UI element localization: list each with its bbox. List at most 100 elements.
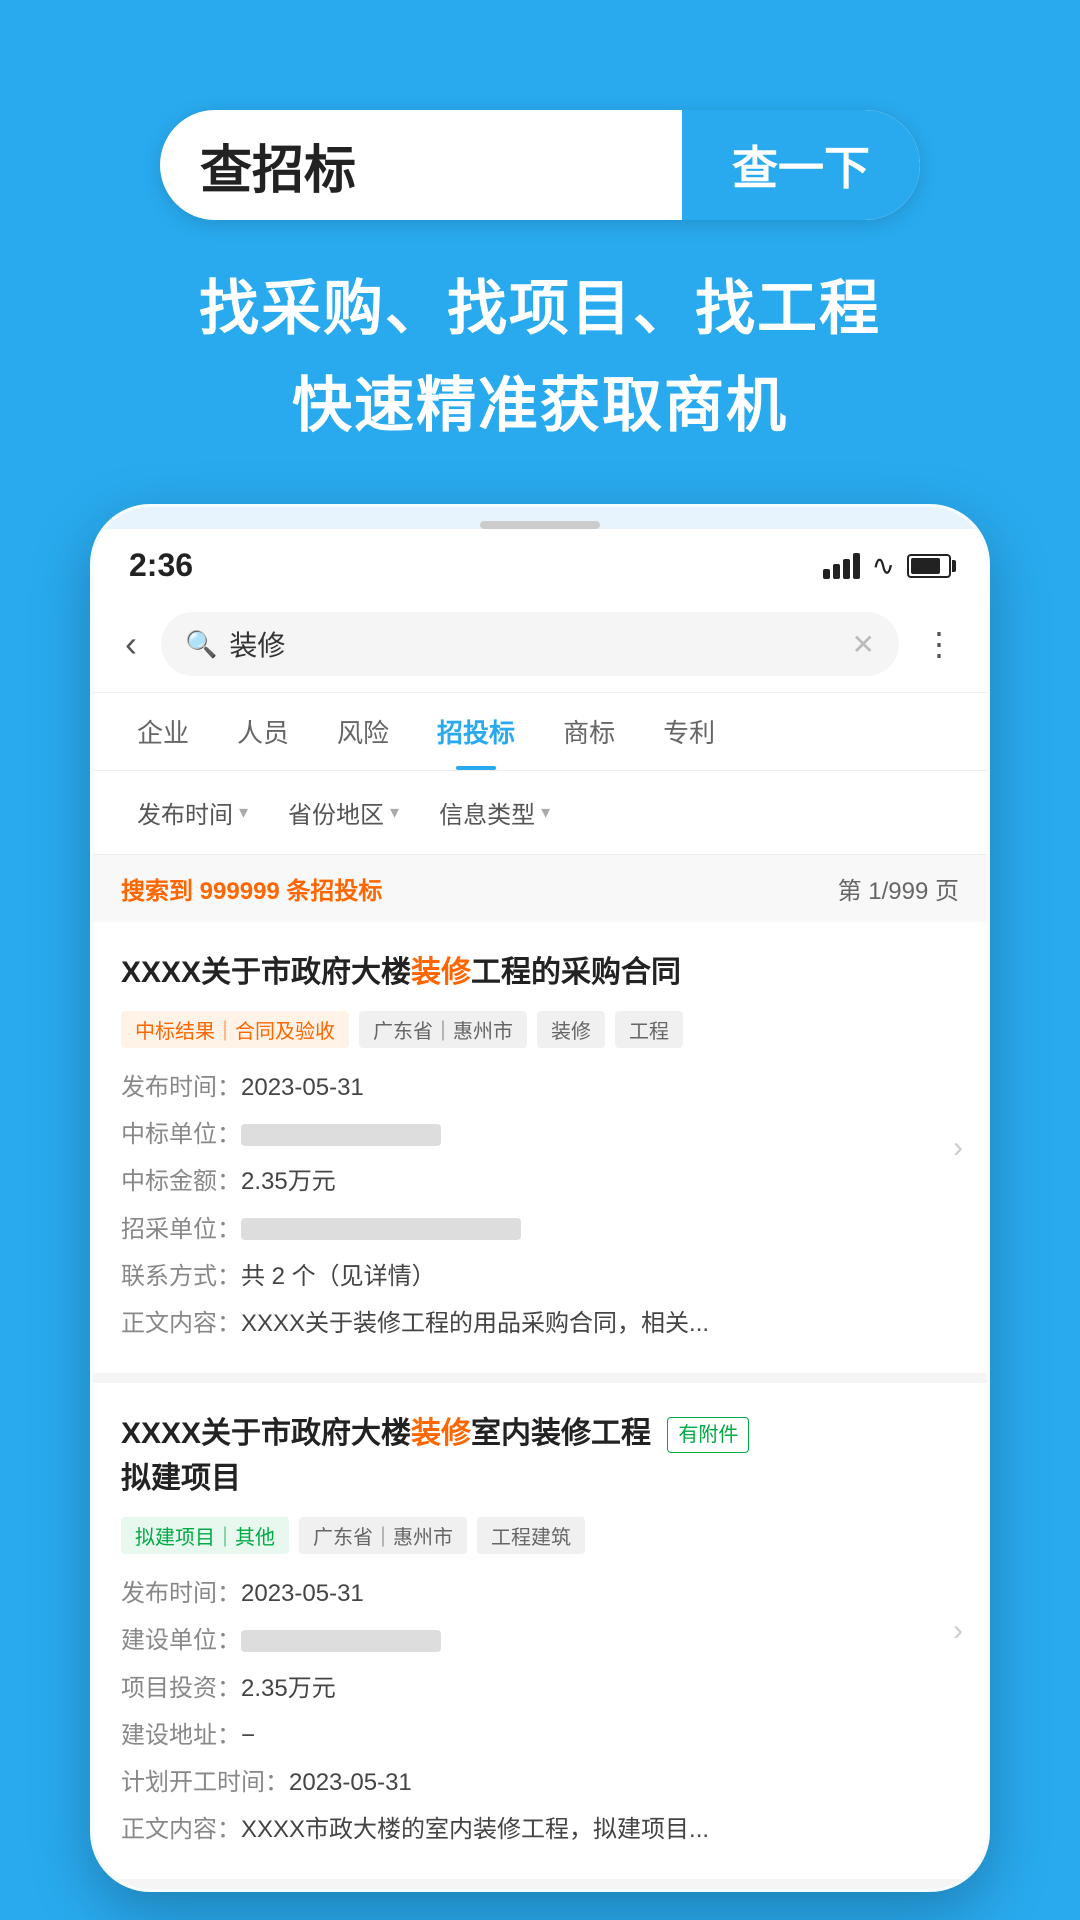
- card-2-title-highlight: 装修: [411, 1417, 471, 1450]
- card-1-tags: 中标结果｜合同及验收 广东省｜惠州市 装修 工程: [121, 1011, 959, 1048]
- search-input-area[interactable]: 查招标: [160, 128, 682, 203]
- card-1-title-suffix: 工程的采购合同: [471, 956, 681, 989]
- card-1-content-value: XXXX关于装修工程的用品采购合同，相关...: [241, 1302, 709, 1345]
- result-card-2[interactable]: XXXX关于市政府大楼装修室内装修工程 有附件 拟建项目 拟建项目｜其他 广东省…: [93, 1383, 987, 1889]
- card-1-buyer-label: 招采单位：: [121, 1208, 241, 1251]
- card-1-content-label: 正文内容：: [121, 1302, 241, 1345]
- card-2-builder-value: [241, 1630, 441, 1652]
- battery-icon: [907, 554, 951, 578]
- card-2-chevron: ›: [953, 1614, 963, 1648]
- card-2-publish-time-row: 发布时间： 2023-05-31: [121, 1572, 959, 1615]
- tab-patent[interactable]: 专利: [639, 693, 739, 770]
- card-1-publish-time-label: 发布时间：: [121, 1066, 241, 1109]
- tagline-line1: 找采购、找项目、找工程: [0, 260, 1080, 347]
- filter-info-type-label: 信息类型: [439, 795, 535, 830]
- card-2-investment-label: 项目投资：: [121, 1667, 241, 1710]
- card-1-tag-type: 中标结果｜合同及验收: [121, 1011, 349, 1048]
- filter-region-arrow: ▾: [390, 802, 399, 823]
- results-count-number: 999999: [200, 878, 280, 905]
- in-app-search-bar[interactable]: 🔍 装修 ✕: [161, 612, 899, 676]
- card-2-attachment-badge: 有附件: [667, 1417, 749, 1453]
- category-tabs: 企业 人员 风险 招投标 商标 专利: [93, 693, 987, 771]
- card-2-builder-label: 建设单位：: [121, 1619, 241, 1662]
- card-2-title-extra: 拟建项目: [121, 1462, 241, 1495]
- card-2-publish-time-value: 2023-05-31: [241, 1572, 364, 1615]
- card-1-buyer-value: [241, 1218, 521, 1240]
- card-2-title-suffix: 室内装修工程: [471, 1417, 651, 1450]
- card-1-tag-decoration: 装修: [537, 1011, 605, 1048]
- card-1-contact-label: 联系方式：: [121, 1255, 241, 1298]
- wifi-icon: ∿: [872, 549, 895, 582]
- card-2-start-time-row: 计划开工时间： 2023-05-31: [121, 1761, 959, 1804]
- card-1-amount-value: 2.35万元: [241, 1160, 336, 1203]
- card-2-publish-time-label: 发布时间：: [121, 1572, 241, 1615]
- card-2-title: XXXX关于市政府大楼装修室内装修工程 有附件 拟建项目: [121, 1411, 959, 1501]
- card-2-content-row: 正文内容： XXXX市政大楼的室内装修工程，拟建项目...: [121, 1808, 959, 1851]
- phone-container: 2:36 ∿ ‹ 🔍 装修 ✕ ⋮: [0, 504, 1080, 1892]
- card-1-tag-engineering: 工程: [615, 1011, 683, 1048]
- card-1-chevron: ›: [953, 1131, 963, 1165]
- card-2-tag-region: 广东省｜惠州市: [299, 1517, 467, 1554]
- filter-info-type[interactable]: 信息类型 ▾: [419, 787, 570, 838]
- search-icon: 🔍: [185, 629, 217, 660]
- filter-row: 发布时间 ▾ 省份地区 ▾ 信息类型 ▾: [93, 771, 987, 855]
- status-icons: ∿: [823, 549, 951, 582]
- phone-mockup: 2:36 ∿ ‹ 🔍 装修 ✕ ⋮: [90, 504, 990, 1892]
- card-2-address-value: −: [241, 1714, 255, 1757]
- card-2-start-time-label: 计划开工时间：: [121, 1761, 289, 1804]
- search-query-text: 装修: [229, 624, 839, 664]
- tab-enterprise[interactable]: 企业: [113, 693, 213, 770]
- card-1-amount-label: 中标金额：: [121, 1160, 241, 1203]
- card-2-investment-value: 2.35万元: [241, 1667, 336, 1710]
- card-1-tag-region: 广东省｜惠州市: [359, 1011, 527, 1048]
- phone-notch: [480, 521, 600, 529]
- results-header: 搜索到 999999 条招投标 第 1/999 页: [93, 855, 987, 922]
- search-input-text: 查招标: [200, 128, 356, 203]
- back-button[interactable]: ‹: [117, 615, 145, 673]
- tab-personnel[interactable]: 人员: [213, 693, 313, 770]
- card-1-publish-time-row: 发布时间： 2023-05-31: [121, 1066, 959, 1109]
- filter-info-type-arrow: ▾: [541, 802, 550, 823]
- tab-trademark[interactable]: 商标: [539, 693, 639, 770]
- card-1-amount-row: 中标金额： 2.35万元: [121, 1160, 959, 1203]
- filter-region-label: 省份地区: [288, 795, 384, 830]
- card-1-contact-row: 联系方式： 共 2 个（见详情）: [121, 1255, 959, 1298]
- signal-icon: [823, 553, 860, 579]
- result-card-1[interactable]: XXXX关于市政府大楼装修工程的采购合同 中标结果｜合同及验收 广东省｜惠州市 …: [93, 922, 987, 1383]
- filter-button[interactable]: ⋮: [915, 617, 963, 671]
- results-count-suffix: 条招投标: [280, 878, 383, 905]
- card-2-content-label: 正文内容：: [121, 1808, 241, 1851]
- card-2-title-prefix: XXXX关于市政府大楼: [121, 1417, 411, 1450]
- card-2-address-row: 建设地址： −: [121, 1714, 959, 1757]
- search-area: 查招标 查一下: [0, 0, 1080, 260]
- search-bar[interactable]: 查招标 查一下: [160, 110, 920, 220]
- results-count: 搜索到 999999 条招投标: [121, 871, 382, 906]
- status-bar: 2:36 ∿: [93, 529, 987, 596]
- card-1-buyer-row: 招采单位：: [121, 1208, 959, 1251]
- card-2-builder-row: 建设单位：: [121, 1619, 959, 1662]
- tab-bidding[interactable]: 招投标: [413, 693, 539, 770]
- filter-region[interactable]: 省份地区 ▾: [268, 787, 419, 838]
- card-2-tags: 拟建项目｜其他 广东省｜惠州市 工程建筑: [121, 1517, 959, 1554]
- card-2-tag-category: 工程建筑: [477, 1517, 585, 1554]
- card-2-tag-type: 拟建项目｜其他: [121, 1517, 289, 1554]
- card-1-info: 发布时间： 2023-05-31 中标单位： 中标金额： 2.35万元 招采单位…: [121, 1066, 959, 1345]
- tab-risk[interactable]: 风险: [313, 693, 413, 770]
- card-1-winner-row: 中标单位：: [121, 1113, 959, 1156]
- results-page: 第 1/999 页: [838, 871, 959, 906]
- card-2-content-value: XXXX市政大楼的室内装修工程，拟建项目...: [241, 1808, 709, 1851]
- tagline: 找采购、找项目、找工程 快速精准获取商机: [0, 260, 1080, 444]
- card-1-title-highlight: 装修: [411, 956, 471, 989]
- card-2-info: 发布时间： 2023-05-31 建设单位： 项目投资： 2.35万元 建设地址…: [121, 1572, 959, 1851]
- card-2-address-label: 建设地址：: [121, 1714, 241, 1757]
- clear-search-button[interactable]: ✕: [852, 628, 875, 661]
- card-1-winner-label: 中标单位：: [121, 1113, 241, 1156]
- card-2-investment-row: 项目投资： 2.35万元: [121, 1667, 959, 1710]
- card-1-title-prefix: XXXX关于市政府大楼: [121, 956, 411, 989]
- status-time: 2:36: [129, 547, 193, 584]
- card-1-content-row: 正文内容： XXXX关于装修工程的用品采购合同，相关...: [121, 1302, 959, 1345]
- search-button[interactable]: 查一下: [682, 110, 920, 220]
- filter-publish-time[interactable]: 发布时间 ▾: [117, 787, 268, 838]
- card-1-winner-value: [241, 1124, 441, 1146]
- app-header: ‹ 🔍 装修 ✕ ⋮: [93, 596, 987, 693]
